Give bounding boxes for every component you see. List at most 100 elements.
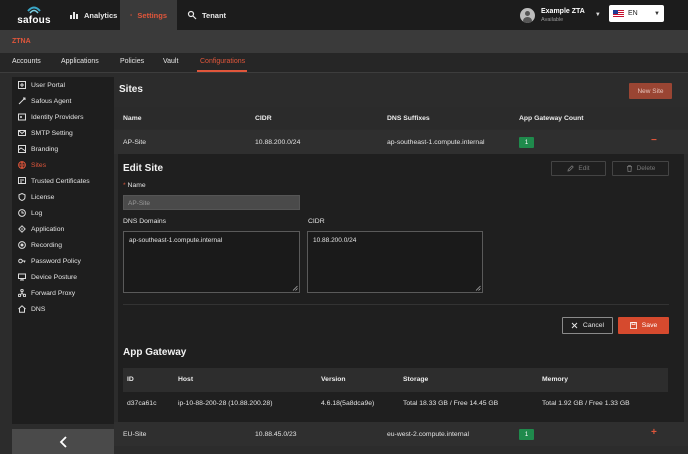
sidebar-item-user-portal[interactable]: User Portal — [12, 77, 114, 93]
name-label-text: Name — [127, 182, 146, 189]
save-button-label: Save — [641, 322, 658, 329]
language-value: EN — [628, 10, 638, 17]
shield-icon — [18, 193, 26, 201]
identity-icon — [18, 113, 26, 121]
tab-accounts[interactable]: Accounts — [12, 58, 41, 65]
main-content: Sites New Site Name CIDR DNS Suffixes Ap… — [114, 73, 688, 454]
cidr-textarea[interactable]: 10.88.200.0/24 — [307, 231, 483, 293]
tab-configurations[interactable]: Configurations — [200, 58, 245, 65]
tab-vault[interactable]: Vault — [163, 58, 178, 65]
tab-applications[interactable]: Applications — [61, 58, 99, 65]
sidebar-item-identity-providers[interactable]: Identity Providers — [12, 109, 114, 125]
proxy-icon — [18, 289, 26, 297]
edit-button[interactable]: Edit — [551, 161, 606, 176]
sidebar-item-label: Application — [31, 225, 65, 233]
resize-handle-icon[interactable] — [292, 285, 298, 291]
column-header: Memory — [542, 376, 569, 383]
section-bar: ZTNA — [0, 30, 688, 53]
sidebar-item-label: Branding — [31, 145, 59, 153]
cidr-label: CIDR — [308, 218, 325, 225]
sidebar-item-smtp-setting[interactable]: SMTP Setting — [12, 125, 114, 141]
edit-site-title: Edit Site — [123, 163, 164, 174]
sidebar-item-sites[interactable]: Sites — [12, 157, 114, 173]
sidebar-item-log[interactable]: Log — [12, 205, 114, 221]
chevron-left-icon — [59, 435, 67, 448]
cancel-button[interactable]: Cancel — [562, 317, 613, 334]
agent-icon — [18, 97, 26, 105]
column-header: Host — [178, 376, 194, 383]
caret-down-icon: ▼ — [594, 12, 601, 18]
certificate-icon — [18, 177, 26, 184]
sidebar-item-safous-agent[interactable]: Safous Agent — [12, 93, 114, 109]
sidebar-item-license[interactable]: License — [12, 189, 114, 205]
gear-icon — [18, 225, 26, 233]
column-header: Name — [123, 115, 142, 122]
gateway-version: 4.6.18(5a8dca9e) — [321, 400, 375, 407]
site-cidr: 10.88.45.0/23 — [255, 431, 297, 438]
user-name: Example ZTA — [541, 7, 585, 15]
logo-wordmark: safous — [17, 15, 51, 26]
site-cidr: 10.88.200.0/24 — [255, 139, 301, 146]
sidebar-item-recording[interactable]: Recording — [12, 237, 114, 253]
user-menu[interactable]: Example ZTA Available ▼ — [520, 4, 601, 26]
edit-button-label: Edit — [578, 165, 590, 172]
globe-icon — [18, 161, 26, 169]
sidebar-item-label: Identity Providers — [31, 113, 84, 121]
resize-handle-icon[interactable] — [475, 285, 481, 291]
sidebar-item-branding[interactable]: Branding — [12, 141, 114, 157]
close-icon — [571, 322, 578, 329]
expand-row-button[interactable]: + — [651, 427, 657, 438]
nav-tab-tenant[interactable]: Tenant — [187, 0, 226, 30]
name-label: * Name — [123, 182, 146, 189]
sidebar-item-label: Trusted Certificates — [31, 177, 90, 185]
collapse-row-button[interactable]: − — [651, 135, 657, 146]
sidebar-item-dns[interactable]: DNS — [12, 301, 114, 317]
table-row[interactable]: EU-Site 10.88.45.0/23 eu-west-2.compute.… — [114, 422, 688, 446]
save-button[interactable]: Save — [618, 317, 669, 334]
sidebar-item-label: Recording — [31, 241, 62, 249]
new-site-button[interactable]: New Site — [629, 83, 672, 99]
column-header: DNS Suffixes — [387, 115, 430, 122]
tab-policies[interactable]: Policies — [120, 58, 144, 65]
nav-tab-label: Tenant — [202, 10, 227, 20]
sidebar-item-label: Forward Proxy — [31, 289, 76, 297]
safous-logo[interactable]: safous — [12, 5, 56, 27]
table-row[interactable]: AP-Site 10.88.200.0/24 ap-southeast-1.co… — [114, 130, 688, 154]
sidebar-item-trusted-certificates[interactable]: Trusted Certificates — [12, 173, 114, 189]
pencil-icon — [567, 165, 575, 172]
gateway-id: d37ca61c — [127, 400, 157, 407]
us-flag-icon — [613, 10, 624, 17]
sidebar-item-application[interactable]: Application — [12, 221, 114, 237]
sidebar-collapse-button[interactable] — [12, 429, 114, 454]
active-tab-indicator — [197, 70, 247, 72]
table-row[interactable]: d37ca61c ip-10-88-200-28 (10.88.200.28) … — [123, 392, 668, 416]
bar-chart-icon — [70, 12, 78, 19]
gateway-storage: Total 18.33 GB / Free 14.45 GB — [403, 400, 499, 407]
column-header: App Gateway Count — [519, 115, 584, 122]
delete-button[interactable]: Delete — [612, 161, 669, 176]
site-name: AP-Site — [123, 139, 147, 146]
sidebar-item-password-policy[interactable]: Password Policy — [12, 253, 114, 269]
gateway-count-badge: 1 — [519, 429, 534, 440]
name-input[interactable]: AP-Site — [123, 195, 300, 210]
portal-icon — [18, 81, 26, 89]
site-dns: ap-southeast-1.compute.internal — [387, 139, 485, 146]
sidebar-item-label: License — [31, 193, 55, 201]
sidebar-item-forward-proxy[interactable]: Forward Proxy — [12, 285, 114, 301]
sidebar: User Portal Safous Agent Identity Provid… — [12, 77, 114, 424]
nav-tab-analytics[interactable]: Analytics — [69, 0, 117, 30]
gateway-host: ip-10-88-200-28 (10.88.200.28) — [178, 400, 273, 407]
record-icon — [18, 241, 26, 249]
sidebar-item-device-posture[interactable]: Device Posture — [12, 269, 114, 285]
dns-domains-textarea[interactable]: ap-southeast-1.compute.internal — [123, 231, 300, 293]
language-select[interactable]: EN ▼ — [609, 5, 664, 22]
sidebar-item-label: Device Posture — [31, 273, 78, 281]
nav-tab-settings[interactable]: Settings — [120, 0, 177, 30]
app-gateway-title: App Gateway — [123, 347, 187, 358]
caret-down-icon: ▼ — [654, 10, 660, 17]
gateway-count-badge: 1 — [519, 137, 534, 148]
sidebar-item-label: DNS — [31, 305, 46, 313]
divider — [123, 304, 669, 305]
sidebar-item-label: User Portal — [31, 81, 65, 89]
save-icon — [629, 322, 637, 329]
